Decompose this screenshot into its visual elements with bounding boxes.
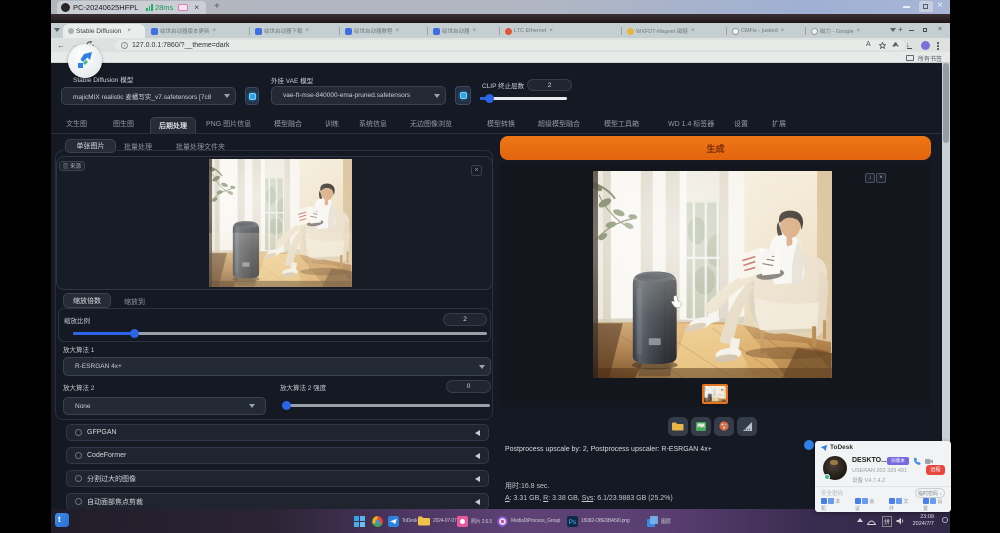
svg-text:Ps: Ps (569, 519, 577, 526)
